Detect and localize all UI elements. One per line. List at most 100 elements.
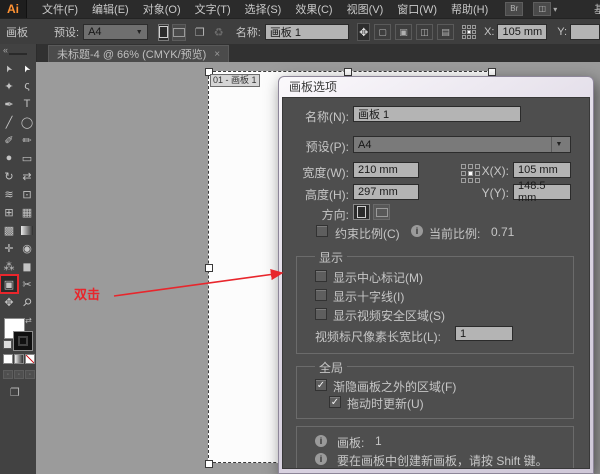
portrait-orientation-button[interactable] bbox=[353, 204, 370, 220]
line-segment-tool[interactable]: ╱ bbox=[0, 113, 18, 131]
artboard-tool[interactable]: ▣ bbox=[0, 275, 18, 293]
width-value: 210 mm bbox=[358, 164, 398, 176]
close-icon[interactable]: × bbox=[214, 49, 220, 60]
check-icon: ✓ bbox=[331, 397, 339, 408]
zoom-tool[interactable]: ⚲ bbox=[18, 293, 36, 311]
free-transform-tool-icon: ⊡ bbox=[22, 188, 31, 201]
artboard-handle-top-right[interactable] bbox=[488, 68, 496, 76]
landscape-orientation-button[interactable] bbox=[172, 24, 186, 41]
checkbox[interactable] bbox=[315, 308, 327, 320]
reference-point-grid-icon[interactable] bbox=[462, 25, 476, 39]
scale-tool[interactable]: ⇄ bbox=[18, 167, 36, 185]
preset-dropdown[interactable]: A4 ▼ bbox=[83, 24, 148, 40]
eyedropper-tool[interactable]: ✛ bbox=[0, 239, 18, 257]
portrait-orientation-button[interactable] bbox=[158, 24, 169, 41]
reference-point-grid-icon[interactable] bbox=[461, 164, 480, 183]
blob-brush-tool[interactable]: ● bbox=[0, 149, 18, 167]
menu-item[interactable]: 编辑(E) bbox=[85, 1, 136, 17]
update-while-drag-label: 拖动时更新(U) bbox=[347, 395, 424, 412]
update-while-drag-checkbox[interactable]: ✓ bbox=[329, 396, 341, 408]
pencil-tool[interactable]: ✏ bbox=[18, 131, 36, 149]
rotate-tool[interactable]: ↻ bbox=[0, 167, 18, 185]
artboard-name-input[interactable]: 画板 1 bbox=[265, 24, 350, 40]
artboard-preset-icon[interactable]: ▢ bbox=[374, 24, 391, 40]
none-button[interactable] bbox=[25, 354, 35, 364]
checkbox[interactable] bbox=[315, 270, 327, 282]
width-tool[interactable]: ≋ bbox=[0, 185, 18, 203]
stroke-color-swatch[interactable] bbox=[13, 331, 33, 351]
new-artboard-icon[interactable]: ❐ bbox=[195, 26, 205, 39]
perspective-grid-tool[interactable]: ▦ bbox=[18, 203, 36, 221]
menu-item[interactable]: 文件(F) bbox=[35, 1, 85, 17]
menu-item[interactable]: 文字(T) bbox=[188, 1, 238, 17]
selection-tool[interactable]: ➤ bbox=[0, 59, 18, 77]
delete-artboard-icon[interactable]: ♻ bbox=[214, 26, 224, 39]
paintbrush-tool[interactable]: ✐ bbox=[0, 131, 18, 149]
gradient-tool[interactable]: ▥ bbox=[18, 221, 36, 239]
shape-tool[interactable]: ◯ bbox=[18, 113, 36, 131]
blend-tool[interactable]: ◉ bbox=[18, 239, 36, 257]
video-ruler-input[interactable]: 1 bbox=[455, 326, 513, 341]
height-input[interactable]: 297 mm bbox=[353, 184, 419, 200]
move-artboard-icon[interactable]: ✥ bbox=[357, 23, 370, 41]
menu-item[interactable]: 对象(O) bbox=[136, 1, 188, 17]
artboard-name-tag[interactable]: 01 - 画板 1 bbox=[210, 74, 260, 87]
type-tool[interactable]: T bbox=[18, 95, 36, 113]
menu-item[interactable]: 帮助(H) bbox=[444, 1, 495, 17]
arrange-documents-icon[interactable]: ◫ bbox=[533, 2, 551, 16]
gradient-button[interactable] bbox=[14, 354, 24, 364]
artboard-options-dialog[interactable]: 画板选项 名称(N): 画板 1 预设(P): A4 ▼ 宽度(W): 210 … bbox=[278, 76, 594, 474]
info-icon: i bbox=[411, 225, 423, 237]
eraser-tool[interactable]: ▭ bbox=[18, 149, 36, 167]
menu-item[interactable]: 窗口(W) bbox=[390, 1, 444, 17]
collapse-panel-icon[interactable]: « bbox=[3, 45, 8, 55]
menu-item[interactable]: 视图(V) bbox=[340, 1, 391, 17]
artboard-handle-top-center[interactable] bbox=[344, 68, 352, 76]
artboard-preset-icon[interactable]: ▣ bbox=[395, 24, 412, 40]
canvas[interactable]: 01 - 画板 1 双击 画板选项 名称(N): 画板 1 预设(P): A4 bbox=[36, 62, 600, 474]
name-input[interactable]: 画板 1 bbox=[353, 106, 521, 122]
preset-label: 预设: bbox=[54, 24, 79, 40]
landscape-orientation-button[interactable] bbox=[373, 204, 390, 220]
checkbox-label: 显示十字线(I) bbox=[333, 288, 404, 305]
free-transform-tool[interactable]: ⊡ bbox=[18, 185, 36, 203]
y-input[interactable] bbox=[570, 24, 600, 40]
artboard-handle-mid-left[interactable] bbox=[205, 264, 213, 272]
panel-drag-handle[interactable] bbox=[9, 53, 27, 55]
swap-fill-stroke-icon[interactable]: ⇄ bbox=[25, 316, 32, 325]
preset-dropdown[interactable]: A4 ▼ bbox=[353, 136, 571, 153]
shape-builder-tool[interactable]: ⊞ bbox=[0, 203, 18, 221]
constrain-proportions-checkbox[interactable] bbox=[316, 225, 328, 237]
magic-wand-tool[interactable]: ✦ bbox=[0, 77, 18, 95]
artboard-preset-icon[interactable]: ▤ bbox=[437, 24, 454, 40]
fade-region-checkbox[interactable]: ✓ bbox=[315, 379, 327, 391]
chevron-down-icon[interactable]: ▾ bbox=[553, 5, 557, 14]
direct-selection-tool[interactable]: ➤ bbox=[18, 59, 36, 77]
x-input[interactable]: 105 mm bbox=[497, 24, 547, 40]
checkbox[interactable] bbox=[315, 289, 327, 301]
slice-tool[interactable]: ✂ bbox=[18, 275, 36, 293]
document-tab[interactable]: 未标题-4 @ 66% (CMYK/预览) × bbox=[48, 45, 229, 62]
screen-mode-button[interactable]: ❐ bbox=[10, 386, 20, 399]
column-graph-tool[interactable]: ▆ bbox=[18, 257, 36, 275]
pen-tool[interactable]: ✒ bbox=[0, 95, 18, 113]
symbol-sprayer-tool[interactable]: ⁂ bbox=[0, 257, 18, 275]
lasso-tool[interactable]: ς bbox=[18, 77, 36, 95]
artboard-preset-icon[interactable]: ◫ bbox=[416, 24, 433, 40]
draw-inside-mode-button[interactable]: ◦ bbox=[25, 370, 35, 379]
draw-normal-mode-button[interactable]: ◦ bbox=[3, 370, 13, 379]
mesh-tool[interactable]: ▩ bbox=[0, 221, 18, 239]
color-button[interactable] bbox=[3, 354, 13, 364]
menu-item[interactable]: 选择(S) bbox=[238, 1, 289, 17]
hand-tool[interactable]: ✥ bbox=[0, 293, 18, 311]
menu-item[interactable]: 效果(C) bbox=[288, 1, 339, 17]
x-input[interactable]: 105 mm bbox=[513, 162, 571, 178]
default-fill-stroke-icon[interactable] bbox=[3, 340, 12, 349]
dialog-title[interactable]: 画板选项 bbox=[282, 77, 590, 97]
y-input[interactable]: 148.5 mm bbox=[513, 184, 571, 200]
workspace-switcher[interactable]: 基 bbox=[594, 1, 600, 17]
width-input[interactable]: 210 mm bbox=[353, 162, 419, 178]
draw-behind-mode-button[interactable]: ◦ bbox=[14, 370, 24, 379]
bridge-icon[interactable]: Br bbox=[505, 2, 523, 16]
artboard-handle-bottom-left[interactable] bbox=[205, 460, 213, 468]
